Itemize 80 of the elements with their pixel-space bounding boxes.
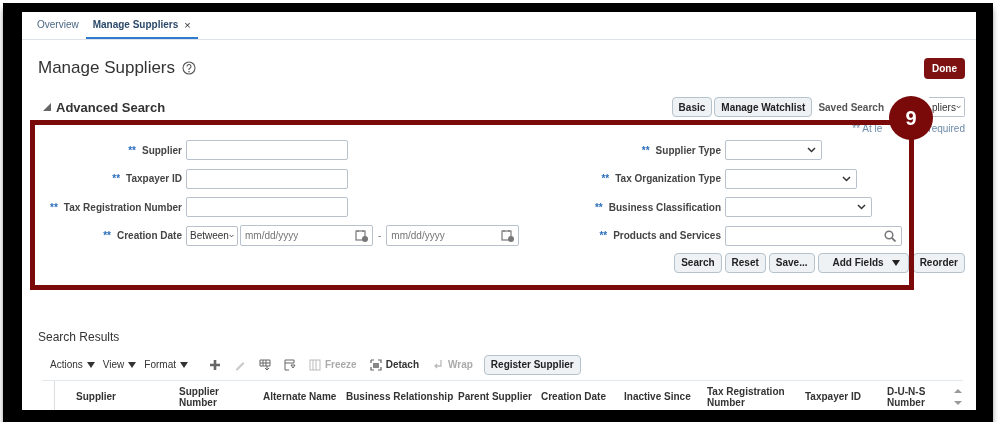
text-field[interactable] <box>186 168 348 189</box>
column-header[interactable]: Taxpayer ID <box>802 391 884 402</box>
text-field[interactable] <box>186 140 348 160</box>
table-icon[interactable] <box>258 358 271 371</box>
column-header[interactable]: D-U-N-S Number <box>884 385 946 408</box>
toolbar-button[interactable]: Manage Watchlist <box>714 97 813 117</box>
expanded-icon[interactable] <box>43 103 51 111</box>
column-header[interactable]: Creation Date <box>538 391 621 402</box>
menu-button[interactable]: View <box>102 359 137 370</box>
date-field[interactable]: mm/dd/yyyy <box>386 225 520 246</box>
required-mark: ** <box>601 173 610 184</box>
expand-icon <box>369 358 382 371</box>
section-title: Advanced Search <box>56 99 166 115</box>
help-icon <box>182 61 197 75</box>
column-header[interactable]: Alternate Name <box>260 391 343 402</box>
column-header[interactable]: Supplier Number <box>176 385 260 408</box>
required-mark: ** <box>599 230 608 241</box>
search-field[interactable] <box>725 225 902 246</box>
chevron-down-icon <box>955 104 961 110</box>
search-button[interactable]: Reset <box>724 252 766 273</box>
column-header[interactable]: Supplier <box>55 391 176 402</box>
required-mark: ** <box>641 144 650 156</box>
required-mark: ** <box>103 230 111 241</box>
search-button[interactable]: Reorder <box>912 252 965 273</box>
select-field[interactable] <box>725 168 857 189</box>
chevron-down-icon <box>842 175 851 182</box>
required-mark: ** <box>594 201 603 213</box>
tab[interactable]: Overview <box>30 12 86 39</box>
field-label: Business Classification <box>608 201 721 213</box>
chevron-down-icon <box>807 147 816 153</box>
menu-button[interactable]: Actions <box>50 359 95 370</box>
toolbar-button[interactable]: Detach <box>369 358 419 371</box>
search-icon <box>884 229 896 242</box>
register-supplier-button[interactable]: Register Supplier <box>483 354 581 375</box>
field-label: Products and Services <box>613 230 721 241</box>
caret-down-icon <box>179 361 188 368</box>
field-label: Taxpayer ID <box>126 173 182 184</box>
column-header[interactable]: Tax Registration Number <box>704 385 802 408</box>
field-label: Creation Date <box>117 230 182 241</box>
done-button[interactable]: Done <box>924 57 965 79</box>
page-title: Manage Suppliers <box>38 58 176 78</box>
calendar-icon <box>501 229 515 242</box>
scroll-arrows-icon <box>954 387 962 406</box>
required-mark: ** <box>112 173 121 184</box>
column-header[interactable]: Parent Supplier <box>455 391 538 402</box>
hint-text: required <box>928 123 965 135</box>
field-label: Tax Organization Type <box>615 173 721 184</box>
field-label: Tax Registration Number <box>63 201 182 213</box>
search-button[interactable]: Save... <box>768 252 815 273</box>
tab[interactable]: Manage Suppliers × <box>85 12 198 39</box>
search-button[interactable]: Search <box>674 252 722 273</box>
range-separator: - <box>378 230 382 241</box>
chevron-down-icon <box>857 204 866 210</box>
columns-icon <box>308 358 321 371</box>
table-filter-icon[interactable] <box>283 358 296 371</box>
add-icon[interactable] <box>208 358 221 371</box>
date-field[interactable]: mm/dd/yyyy <box>240 225 373 246</box>
caret-down-icon <box>86 361 95 368</box>
saved-search-select[interactable]: pliers <box>929 97 965 117</box>
toolbar-button[interactable]: Basic <box>671 97 713 117</box>
select-field[interactable] <box>725 197 872 217</box>
close-button[interactable]: × <box>184 18 191 31</box>
menu-button[interactable]: Add Fields <box>817 252 909 273</box>
caret-down-icon <box>128 361 137 368</box>
calendar-icon <box>355 229 368 242</box>
column-header[interactable]: Business Relationship <box>343 391 455 402</box>
return-icon <box>432 358 444 371</box>
chevron-down-icon <box>228 232 234 239</box>
menu-button[interactable]: Format <box>144 359 188 370</box>
field-label: Supplier Type <box>655 144 721 156</box>
required-mark: ** <box>50 201 58 213</box>
field-label: Supplier <box>142 144 182 156</box>
required-mark: ** <box>128 144 136 156</box>
text-field[interactable] <box>186 197 348 217</box>
select-field[interactable] <box>725 140 822 160</box>
section-title: Search Results <box>38 329 121 344</box>
field-label: Saved Search <box>818 101 884 113</box>
operator-select[interactable]: Between <box>186 225 238 246</box>
caret-down-icon <box>891 259 900 266</box>
column-header[interactable]: Inactive Since <box>621 391 704 402</box>
